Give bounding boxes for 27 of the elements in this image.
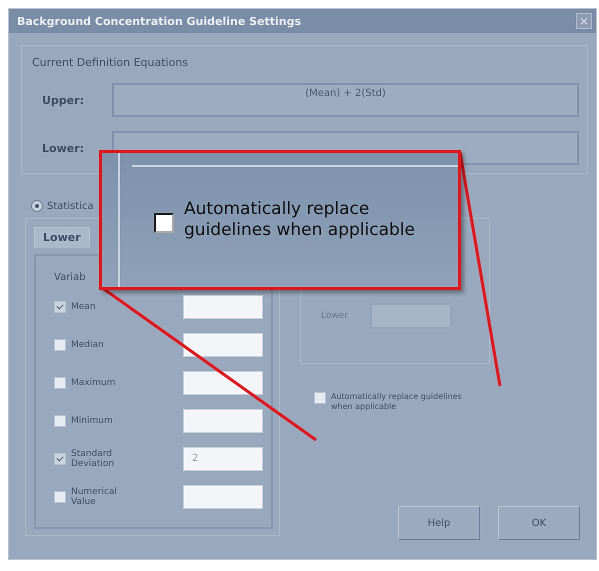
checkbox-label: Automatically replace guidelines when applicable [331,392,463,412]
radio-option[interactable]: Statistica [31,200,94,212]
checkbox[interactable] [154,213,174,233]
input-field[interactable] [183,295,263,319]
input-field[interactable]: 2 [183,447,263,471]
checkbox-label: Minimum [71,416,114,426]
window-title: Background Concentration Guideline Settings [17,14,302,28]
group-heading: Current Definition Equations [32,56,190,69]
dialog-button[interactable]: Help [398,506,480,540]
checkbox-label: Median [71,340,105,350]
column-heading: Variab [53,272,87,283]
checkbox-label: Standard Deviation [71,449,116,469]
dialog-button[interactable]: OK [498,506,580,540]
tab[interactable]: Lower [34,227,90,248]
input-field[interactable] [183,409,263,433]
equation-field[interactable]: (Mean) + 2(Std) [112,83,579,117]
close-button[interactable]: × [576,13,592,29]
radio-icon[interactable] [31,200,43,212]
checkbox-label: Mean [71,302,97,312]
input-field[interactable] [183,485,263,509]
checkbox-label: Numerical Value [71,487,118,507]
field-label: Lower: [41,142,86,154]
input-field[interactable] [183,333,263,357]
checkbox-label: Automatically replace guidelines when applicable [184,199,416,241]
checkbox-label: Maximum [71,378,116,388]
field-label: Upper: [41,94,85,106]
input-field[interactable] [183,371,263,395]
